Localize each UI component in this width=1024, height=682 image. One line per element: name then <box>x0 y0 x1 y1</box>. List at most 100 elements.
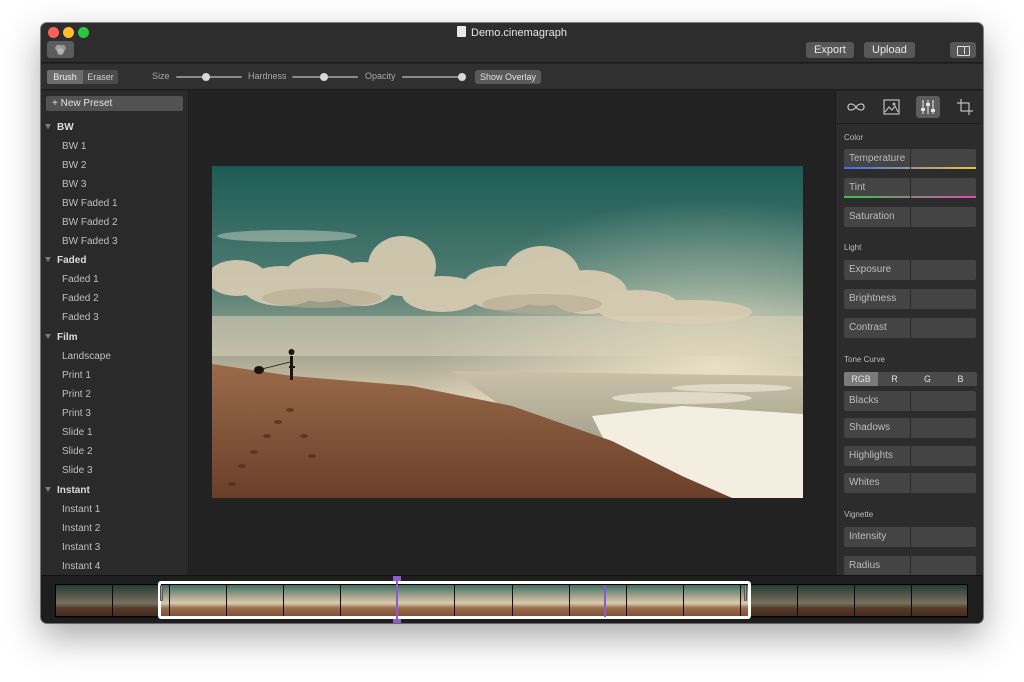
preset-group-label: BW <box>57 122 74 133</box>
tint-gradient <box>844 196 976 198</box>
beach-photo[interactable] <box>212 166 803 498</box>
trimmed-start-region <box>56 585 160 618</box>
size-slider[interactable] <box>176 73 242 81</box>
filters-button[interactable] <box>47 41 74 58</box>
eraser-tool-button[interactable]: Eraser <box>83 70 118 84</box>
size-slider-knob[interactable] <box>202 73 210 81</box>
contrast-label: Contrast <box>849 322 887 333</box>
loop-marker[interactable] <box>604 585 606 617</box>
preset-group-label: Instant <box>57 485 90 496</box>
tab-image[interactable] <box>879 96 903 118</box>
preset-item[interactable]: Instant 2 <box>62 523 100 534</box>
preset-group-label: Faded <box>57 255 87 266</box>
preset-item[interactable]: Slide 1 <box>62 427 93 438</box>
playhead[interactable] <box>393 576 401 623</box>
hardness-slider[interactable] <box>292 73 358 81</box>
preset-item[interactable]: Instant 4 <box>62 561 100 572</box>
highlights-slider[interactable]: Highlights <box>844 446 976 466</box>
hardness-label: Hardness <box>248 71 287 81</box>
brush-toolbar: Brush Eraser Size Hardness Opacity Show … <box>41 64 983 90</box>
preset-item[interactable]: Landscape <box>62 351 111 362</box>
saturation-label: Saturation <box>849 211 895 222</box>
section-vignette: Vignette <box>844 510 874 519</box>
highlights-label: Highlights <box>849 450 893 461</box>
trim-end-handle[interactable] <box>744 585 747 601</box>
radius-label: Radius <box>849 560 881 571</box>
preset-item[interactable]: BW Faded 2 <box>62 217 118 228</box>
preset-item[interactable]: Faded 1 <box>62 274 99 285</box>
preset-item[interactable]: BW Faded 3 <box>62 236 118 247</box>
temperature-label: Temperature <box>849 153 906 164</box>
curve-channel-rgb[interactable]: RGB <box>844 372 878 386</box>
curve-channel-b[interactable]: B <box>944 372 977 386</box>
adjustments-icon <box>921 100 935 114</box>
temperature-slider[interactable]: Temperature <box>844 149 976 169</box>
loop-icon <box>847 103 865 111</box>
preset-group-bw[interactable]: BW <box>45 122 74 133</box>
preset-item[interactable]: BW 2 <box>62 160 86 171</box>
preset-item[interactable]: BW Faded 1 <box>62 198 118 209</box>
window-title-text: Demo.cinemagraph <box>471 27 567 39</box>
preset-item[interactable]: Slide 2 <box>62 446 93 457</box>
preset-item[interactable]: BW 3 <box>62 179 86 190</box>
toggle-panel-button[interactable] <box>950 42 976 58</box>
color-circles-icon <box>55 44 66 55</box>
section-tone-curve: Tone Curve <box>844 355 885 364</box>
opacity-slider[interactable] <box>402 73 466 81</box>
upload-button[interactable]: Upload <box>864 42 915 58</box>
brightness-slider[interactable]: Brightness <box>844 289 976 309</box>
curve-channel-selector: RGB R G B <box>844 372 977 386</box>
exposure-slider[interactable]: Exposure <box>844 260 976 280</box>
tab-loop[interactable] <box>844 96 868 118</box>
preset-item[interactable]: Print 1 <box>62 370 91 381</box>
shadows-slider[interactable]: Shadows <box>844 418 976 438</box>
blacks-slider[interactable]: Blacks <box>844 391 976 411</box>
preset-item[interactable]: Print 2 <box>62 389 91 400</box>
size-label: Size <box>152 71 170 81</box>
temperature-gradient <box>844 167 976 169</box>
new-preset-button[interactable]: + New Preset <box>46 96 183 111</box>
tint-label: Tint <box>849 182 866 193</box>
preset-group-faded[interactable]: Faded <box>45 255 86 266</box>
loop-selection[interactable] <box>158 581 751 619</box>
crop-icon <box>957 99 973 115</box>
contrast-slider[interactable]: Contrast <box>844 318 976 338</box>
curve-channel-r[interactable]: R <box>878 372 911 386</box>
radius-slider[interactable]: Radius <box>844 556 976 575</box>
hardness-slider-knob[interactable] <box>320 73 328 81</box>
panel-tabs <box>836 91 983 124</box>
export-button[interactable]: Export <box>806 42 854 58</box>
section-light: Light <box>844 243 862 252</box>
tab-crop[interactable] <box>953 96 977 118</box>
preset-group-instant[interactable]: Instant <box>45 485 90 496</box>
preset-item[interactable]: Faded 3 <box>62 312 99 323</box>
disclosure-triangle-icon <box>45 334 51 339</box>
preset-item[interactable]: BW 1 <box>62 141 86 152</box>
preset-item[interactable]: Instant 1 <box>62 504 100 515</box>
image-icon <box>883 99 900 115</box>
intensity-slider[interactable]: Intensity <box>844 527 976 547</box>
preset-item[interactable]: Print 3 <box>62 408 91 419</box>
curve-channel-g[interactable]: G <box>911 372 944 386</box>
shadows-label: Shadows <box>849 422 891 433</box>
document-icon <box>457 26 466 37</box>
preset-group-film[interactable]: Film <box>45 332 78 343</box>
preset-item[interactable]: Faded 2 <box>62 293 99 304</box>
tint-slider[interactable]: Tint <box>844 178 976 198</box>
adjustments-panel: Color Temperature Tint Saturation Light … <box>835 91 983 575</box>
blacks-label: Blacks <box>849 395 879 406</box>
presets-sidebar: + New Preset BW BW 1 BW 2 BW 3 BW Faded … <box>41 91 189 575</box>
disclosure-triangle-icon <box>45 124 51 129</box>
preset-item[interactable]: Slide 3 <box>62 465 93 476</box>
brush-tool-button[interactable]: Brush <box>47 70 83 84</box>
intensity-label: Intensity <box>849 531 887 542</box>
tab-adjustments[interactable] <box>916 96 940 118</box>
opacity-slider-knob[interactable] <box>458 73 466 81</box>
trim-start-handle[interactable] <box>160 585 163 601</box>
whites-slider[interactable]: Whites <box>844 473 976 493</box>
preset-item[interactable]: Instant 3 <box>62 542 100 553</box>
saturation-slider[interactable]: Saturation <box>844 207 976 227</box>
preset-group-label: Film <box>57 332 78 343</box>
timeline <box>41 575 983 623</box>
show-overlay-button[interactable]: Show Overlay <box>475 70 542 84</box>
